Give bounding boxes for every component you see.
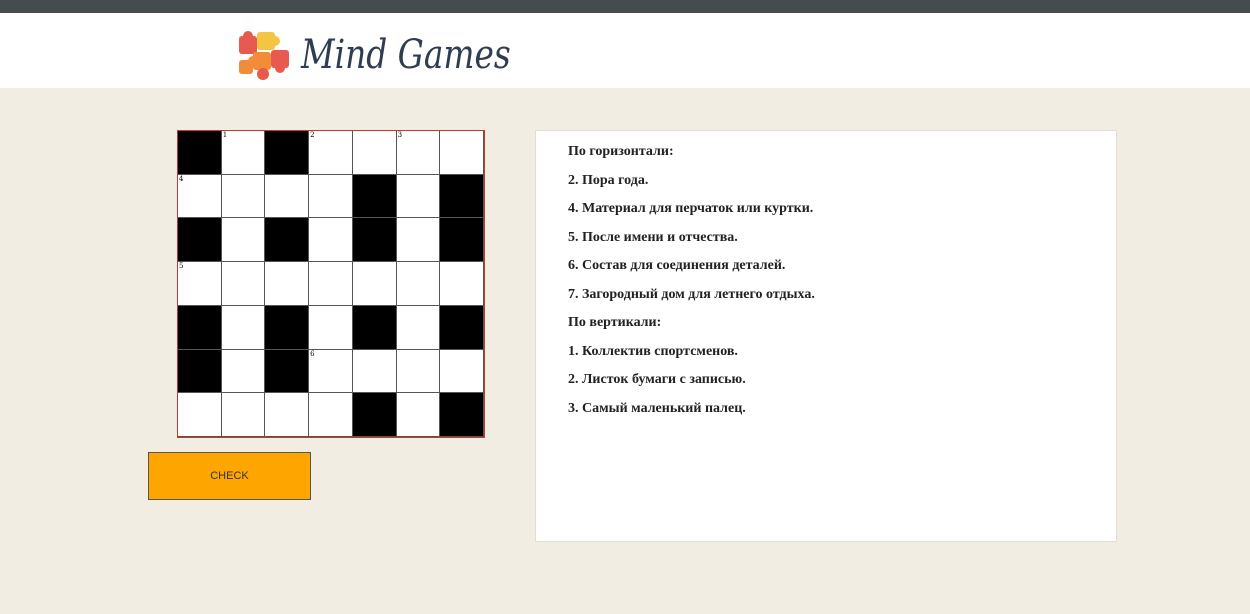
crossword-block-cell (352, 393, 397, 437)
clue-number: 6 (310, 349, 315, 358)
crossword-cell[interactable] (440, 131, 484, 175)
puzzle-logo-icon (239, 31, 289, 80)
crossword-cell[interactable] (396, 174, 441, 219)
crossword-block-cell (265, 131, 310, 175)
crossword-block-cell (352, 305, 397, 350)
crossword-cell[interactable] (178, 393, 222, 437)
crossword-cell[interactable] (309, 393, 353, 437)
crossword-block-cell (178, 218, 222, 263)
crossword-cell[interactable] (396, 218, 441, 263)
clue-number: 1 (222, 131, 228, 139)
crossword-cell[interactable] (221, 393, 266, 437)
crossword-cell[interactable]: 6 (309, 349, 353, 394)
clue-across-6: 6. Состав для соединения деталей. (568, 258, 786, 273)
crossword-block-cell (352, 174, 397, 219)
clue-number: 5 (179, 262, 184, 271)
crossword-cell[interactable] (221, 349, 266, 394)
crossword-cell[interactable] (309, 305, 353, 350)
crossword-cell[interactable]: 4 (178, 174, 222, 219)
crossword-cell[interactable] (265, 393, 310, 437)
clue-number: 2 (310, 131, 315, 139)
clue-number: 4 (179, 174, 184, 183)
check-button-label: CHECK (210, 470, 249, 482)
crossword-block-cell (178, 349, 222, 394)
crossword-grid: 1 2 3 4 5 6 (177, 130, 485, 438)
crossword-cell[interactable] (221, 305, 266, 350)
clue-across-4: 4. Материал для перчаток или куртки. (568, 201, 814, 216)
crossword-cell[interactable] (265, 262, 310, 306)
crossword-cell[interactable] (221, 262, 266, 306)
crossword-cell[interactable] (396, 349, 441, 394)
crossword-cell[interactable] (265, 174, 310, 219)
crossword-block-cell (440, 393, 484, 437)
crossword-cell[interactable] (352, 131, 397, 175)
clue-heading-down: По вертикали: (568, 315, 662, 330)
clue-across-7: 7. Загородный дом для летнего отдыха. (568, 286, 815, 302)
crossword-cell[interactable] (352, 349, 397, 394)
crossword-block-cell (440, 218, 484, 263)
crossword-cell[interactable] (396, 305, 441, 350)
crossword-block-cell (265, 349, 310, 394)
clue-across-5: 5. После имени и отчества. (568, 229, 738, 245)
clue-down-3: 3. Самый маленький палец. (568, 400, 746, 416)
top-bar (0, 0, 1250, 13)
crossword-cell[interactable] (309, 262, 353, 306)
crossword-cell[interactable]: 2 (309, 131, 353, 175)
logo-text: Mind Games (301, 32, 511, 78)
crossword-cell[interactable]: 1 (221, 131, 266, 175)
site-logo[interactable]: Mind Games (233, 27, 557, 83)
clue-number: 3 (397, 131, 403, 139)
crossword-cell[interactable] (309, 218, 353, 263)
crossword-block-cell (178, 131, 222, 175)
crossword-block-cell (440, 174, 484, 219)
clues-panel: По горизонтали: 2. Пора года. 4. Материа… (535, 130, 1117, 542)
crossword-block-cell (265, 218, 310, 263)
clue-down-2: 2. Листок бумаги с записью. (568, 372, 746, 387)
crossword-cell[interactable] (221, 218, 266, 263)
crossword-cell[interactable]: 5 (178, 262, 222, 306)
clue-across-2: 2. Пора года. (568, 172, 649, 188)
crossword-cell[interactable] (396, 262, 441, 306)
crossword-cell[interactable] (352, 262, 397, 306)
crossword-cell[interactable] (309, 174, 353, 219)
crossword-block-cell (352, 218, 397, 263)
site-header: Mind Games (0, 13, 1250, 88)
crossword-cell[interactable] (440, 349, 484, 394)
crossword-block-cell (265, 305, 310, 350)
crossword-cell[interactable] (396, 393, 441, 437)
crossword-cell[interactable]: 3 (396, 131, 441, 175)
crossword-cell[interactable] (440, 262, 484, 306)
clue-down-1: 1. Коллектив спортсменов. (568, 343, 738, 359)
crossword-cell[interactable] (221, 174, 266, 219)
crossword-block-cell (440, 305, 484, 350)
crossword-block-cell (178, 305, 222, 350)
check-button[interactable]: CHECK (148, 452, 311, 500)
clue-heading-across: По горизонтали: (568, 144, 674, 159)
